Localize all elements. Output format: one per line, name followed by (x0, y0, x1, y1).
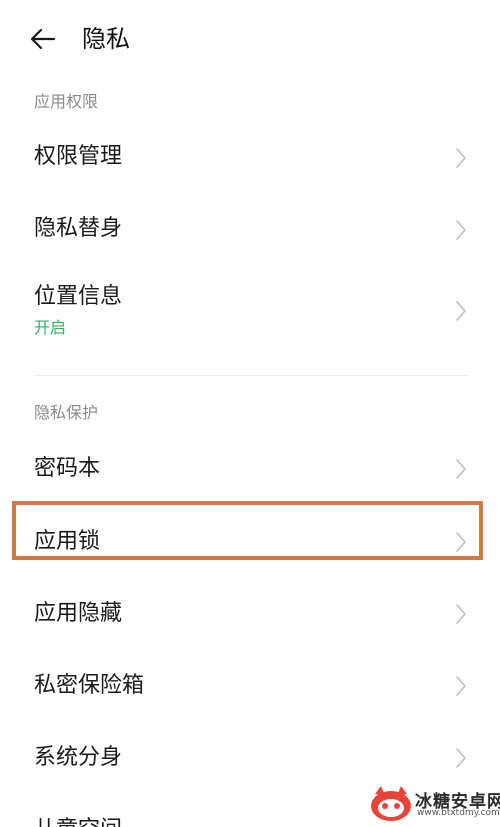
section-header-privacy-protection: 隐私保护 (34, 403, 99, 422)
row-label: 位置信息 (34, 284, 123, 309)
row-label: 儿童空间 (34, 815, 122, 827)
row-app-lock[interactable]: 应用锁 (0, 505, 500, 577)
section-header-app-permissions: 应用权限 (34, 92, 99, 111)
chevron-right-icon (456, 220, 466, 240)
row-label: 密码本 (34, 456, 101, 481)
row-label: 隐私替身 (34, 216, 123, 241)
site-watermark: 冰糖安卓网 www.btxtdmy.com (365, 781, 500, 827)
back-button[interactable] (26, 22, 60, 56)
location-status: 开启 (34, 318, 67, 337)
chevron-right-icon (456, 459, 466, 479)
chevron-right-icon (456, 676, 466, 696)
row-privacy-substitute[interactable]: 隐私替身 (0, 194, 500, 266)
row-label: 私密保险箱 (34, 673, 145, 698)
row-location-info[interactable]: 位置信息 开启 (0, 266, 500, 356)
chevron-right-icon (456, 604, 466, 624)
chevron-right-icon (456, 532, 466, 552)
row-app-hide[interactable]: 应用隐藏 (0, 577, 500, 649)
section-divider (34, 375, 468, 376)
row-permission-management[interactable]: 权限管理 (0, 122, 500, 194)
chevron-right-icon (456, 301, 466, 321)
back-arrow-icon (30, 28, 56, 50)
row-label: 权限管理 (34, 144, 123, 169)
watermark-url: www.btxtdmy.com (417, 808, 500, 818)
row-label: 系统分身 (34, 745, 123, 770)
row-label: 应用锁 (34, 529, 101, 554)
row-password-book[interactable]: 密码本 (0, 434, 500, 504)
app-header: 隐私 (0, 0, 500, 80)
chevron-right-icon (456, 748, 466, 768)
row-label: 应用隐藏 (34, 601, 123, 626)
watermark-logo-icon (371, 786, 411, 821)
chevron-right-icon (456, 148, 466, 168)
page-title: 隐私 (82, 25, 130, 53)
row-private-safe[interactable]: 私密保险箱 (0, 649, 500, 721)
